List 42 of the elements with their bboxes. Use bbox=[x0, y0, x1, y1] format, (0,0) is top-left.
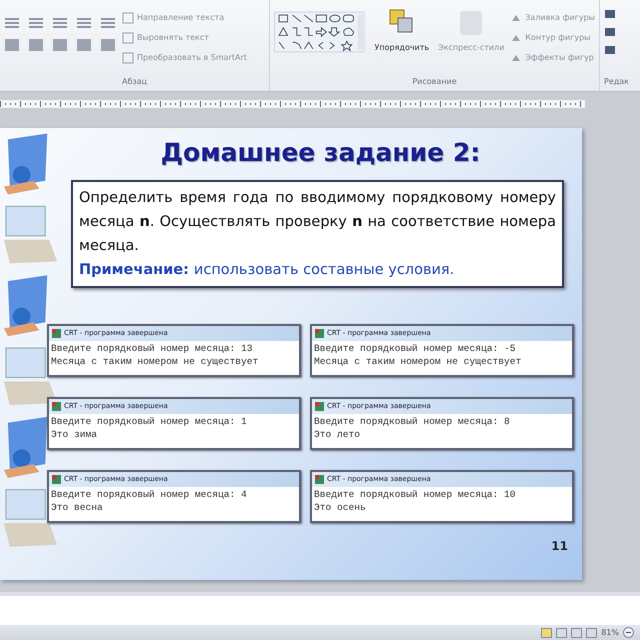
console-line: Месяца с таким номером не существует bbox=[314, 355, 522, 368]
line-spacing-icon[interactable] bbox=[100, 16, 116, 30]
console-line: Введите порядковый номер месяца: -5 bbox=[314, 342, 517, 355]
arrange-button[interactable]: Упорядочить bbox=[374, 38, 430, 58]
console-line: Введите порядковый номер месяца: 10 bbox=[314, 488, 517, 501]
console-line: Это зима bbox=[51, 428, 98, 441]
slide-number: 11 bbox=[551, 538, 568, 555]
app-icon bbox=[315, 402, 324, 411]
console-line: Введите порядковый номер месяца: 1 bbox=[51, 415, 248, 428]
console-line: Введите порядковый номер месяца: 4 bbox=[51, 488, 248, 501]
ribbon-command[interactable]: Выровнять текст bbox=[122, 28, 247, 48]
zoom-out-icon[interactable] bbox=[623, 627, 634, 638]
ribbon-command[interactable]: Направление текста bbox=[122, 8, 247, 28]
task-text: Определить время года по вводимому порядковому номеру месяца n. Осуществлять проверку n на соответствие номера месяца. bbox=[79, 189, 556, 256]
zoom-level: 81% bbox=[601, 626, 619, 638]
app-icon bbox=[315, 329, 324, 338]
app-icon bbox=[315, 475, 324, 484]
numbered-list-icon[interactable] bbox=[28, 16, 44, 30]
note-label: Примечание: bbox=[79, 261, 189, 280]
console-line: Введите порядковый номер месяца: 13 bbox=[51, 342, 254, 355]
console-line: Это лето bbox=[314, 428, 362, 441]
console-line: Введите порядковый номер месяца: 8 bbox=[314, 415, 511, 428]
ribbon-command[interactable]: Эффекты фигур bbox=[510, 48, 595, 68]
decrease-indent-icon[interactable] bbox=[52, 16, 68, 30]
console-line: Это весна bbox=[51, 501, 104, 514]
console-line: Это осень bbox=[314, 501, 367, 514]
group-label: Рисование bbox=[411, 76, 458, 88]
ribbon-command[interactable]: Преобразовать в SmartArt bbox=[122, 48, 247, 68]
group-label: Редак bbox=[604, 76, 630, 88]
increase-indent-icon[interactable] bbox=[76, 16, 92, 30]
app-icon bbox=[52, 402, 61, 411]
note-text: использовать составные условия. bbox=[194, 261, 454, 280]
app-icon bbox=[52, 329, 61, 338]
group-label: Абзац bbox=[120, 76, 148, 88]
slide-title: Домашнее задание 2: bbox=[160, 138, 482, 168]
console-line: Месяца с таким номером не существует bbox=[51, 355, 260, 368]
ribbon-command[interactable]: Контур фигуры bbox=[510, 28, 595, 48]
app-icon bbox=[52, 475, 61, 484]
normal-view-icon[interactable] bbox=[541, 628, 552, 638]
ribbon-command[interactable]: Заливка фигуры bbox=[510, 8, 595, 28]
bullet-list-icon[interactable] bbox=[4, 16, 20, 30]
quick-styles-button[interactable]: Экспресс-стили bbox=[438, 38, 504, 58]
